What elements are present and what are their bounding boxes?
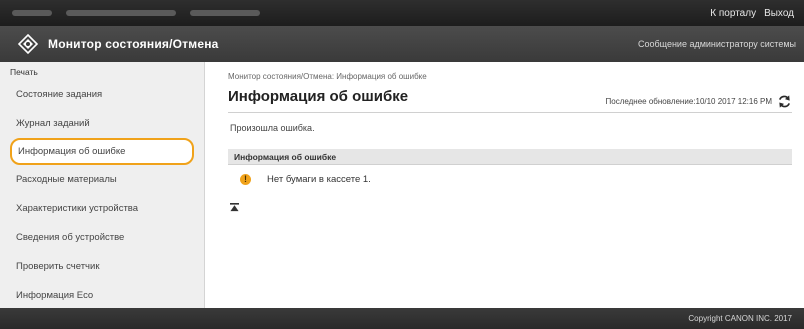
sidebar-item-error-info[interactable]: Информация об ошибке (10, 138, 194, 165)
top-links: К порталу Выход (710, 8, 794, 19)
breadcrumb: Монитор состояния/Отмена: Информация об … (228, 72, 427, 81)
error-info-panel: Информация об ошибке ! Нет бумаги в касс… (228, 149, 792, 193)
main-content: Монитор состояния/Отмена: Информация об … (206, 62, 804, 308)
error-row: ! Нет бумаги в кассете 1. (228, 165, 792, 193)
admin-message-link[interactable]: Сообщение администратору системы (638, 39, 796, 49)
logout-link[interactable]: Выход (764, 8, 794, 19)
collapse-to-top-icon[interactable] (230, 203, 239, 212)
copyright-text: Copyright CANON INC. 2017 (688, 314, 792, 323)
title-bar: Монитор состояния/Отмена Сообщение админ… (0, 26, 804, 62)
page-app-title: Монитор состояния/Отмена (48, 37, 219, 51)
sidebar-item-device-features[interactable]: Характеристики устройства (0, 194, 204, 223)
error-row-text: Нет бумаги в кассете 1. (267, 173, 371, 185)
warning-icon: ! (240, 173, 251, 185)
sidebar-item-job-log[interactable]: Журнал заданий (0, 109, 204, 138)
last-update-text: Последнее обновление:10/10 2017 12:16 PM (605, 97, 773, 106)
sidebar-item-consumables[interactable]: Расходные материалы (0, 165, 204, 194)
error-message: Произошла ошибка. (230, 123, 315, 133)
page-title: Информация об ошибке (228, 88, 409, 105)
sidebar-item-device-info[interactable]: Сведения об устройстве (0, 223, 204, 252)
refresh-icon[interactable] (777, 94, 792, 109)
sidebar-item-check-counter[interactable]: Проверить счетчик (0, 252, 204, 281)
panel-header: Информация об ошибке (228, 149, 792, 165)
sidebar-item-eco-info[interactable]: Информация Eco (0, 281, 204, 310)
sidebar: Печать Состояние задания Журнал заданий … (0, 62, 205, 308)
title-divider (228, 112, 792, 113)
footer: Copyright CANON INC. 2017 (0, 308, 804, 329)
status-monitor-logo-icon (18, 34, 38, 54)
sidebar-category-print: Печать (10, 67, 38, 77)
portal-link[interactable]: К порталу (710, 8, 756, 19)
last-update: Последнее обновление:10/10 2017 12:16 PM (606, 94, 793, 109)
sidebar-item-job-status[interactable]: Состояние задания (0, 80, 204, 109)
blurred-device-info (12, 10, 260, 16)
top-bar: К порталу Выход (0, 0, 804, 26)
